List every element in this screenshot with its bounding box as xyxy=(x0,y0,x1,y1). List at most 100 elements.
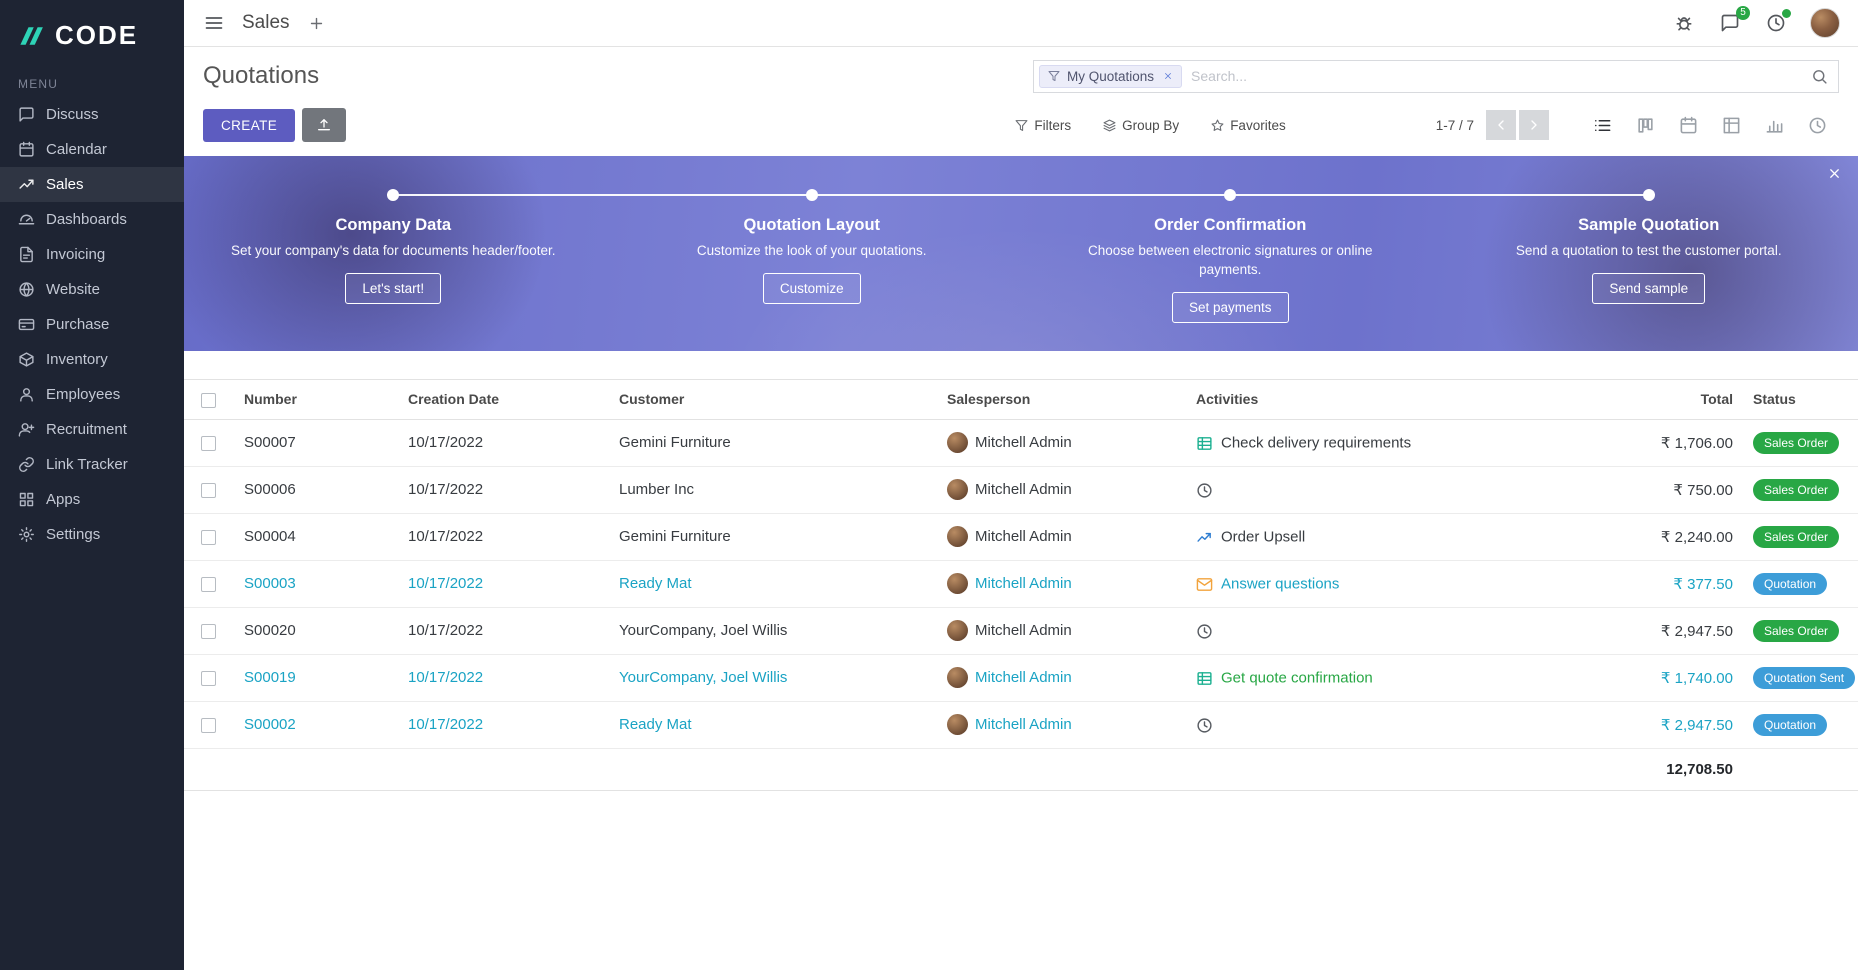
recruitment-icon xyxy=(18,421,35,438)
sidebar-item-sales[interactable]: Sales xyxy=(0,167,184,202)
activities-clock-icon[interactable] xyxy=(1764,11,1788,35)
list-activity-icon[interactable] xyxy=(1196,670,1213,687)
step-action-button[interactable]: Customize xyxy=(763,273,861,304)
add-tab-icon[interactable] xyxy=(306,13,327,34)
filter-button-filters[interactable]: Filters xyxy=(1015,118,1071,133)
view-activity-button[interactable] xyxy=(1796,109,1839,141)
export-upload-icon[interactable] xyxy=(302,108,346,142)
sidebar-item-purchase[interactable]: Purchase xyxy=(0,307,184,342)
cell-salesperson: Mitchell Admin xyxy=(937,560,1186,607)
search-input[interactable] xyxy=(1191,68,1802,84)
table-body: S0000710/17/2022Gemini FurnitureMitchell… xyxy=(184,419,1858,748)
salesperson-avatar xyxy=(947,432,968,453)
row-checkbox[interactable] xyxy=(201,530,216,545)
pagination: 1-7 / 7 xyxy=(1436,110,1549,140)
column-header-status[interactable]: Status xyxy=(1743,380,1858,420)
banner-close-icon[interactable] xyxy=(1827,166,1842,181)
cell-number: S00002 xyxy=(234,701,398,748)
row-checkbox[interactable] xyxy=(201,483,216,498)
sidebar-item-recruitment[interactable]: Recruitment xyxy=(0,412,184,447)
filter-button-group-by[interactable]: Group By xyxy=(1103,118,1179,133)
step-action-button[interactable]: Set payments xyxy=(1172,292,1289,323)
search-icon[interactable] xyxy=(1811,68,1828,85)
table-row[interactable]: S0001910/17/2022YourCompany, Joel Willis… xyxy=(184,654,1858,701)
cell-creation-date: 10/17/2022 xyxy=(398,560,609,607)
sidebar-item-label: Calendar xyxy=(46,141,107,158)
sidebar-item-settings[interactable]: Settings xyxy=(0,517,184,552)
sidebar-item-apps[interactable]: Apps xyxy=(0,482,184,517)
sidebar-item-dashboards[interactable]: Dashboards xyxy=(0,202,184,237)
column-header-activity[interactable]: Activities xyxy=(1186,380,1559,420)
cell-activities: Order Upsell xyxy=(1186,513,1559,560)
hamburger-menu-icon[interactable] xyxy=(202,11,226,35)
row-checkbox[interactable] xyxy=(201,624,216,639)
view-calendar-button[interactable] xyxy=(1667,109,1710,141)
cell-status: Sales Order xyxy=(1743,607,1858,654)
clock-activity-icon[interactable] xyxy=(1196,623,1213,640)
sidebar-item-website[interactable]: Website xyxy=(0,272,184,307)
envelope-activity-icon[interactable] xyxy=(1196,576,1213,593)
cell-salesperson: Mitchell Admin xyxy=(937,701,1186,748)
search-facet[interactable]: My Quotations xyxy=(1039,65,1182,88)
messages-icon[interactable]: 5 xyxy=(1718,11,1742,35)
current-app-name[interactable]: Sales xyxy=(242,12,290,34)
cell-number: S00020 xyxy=(234,607,398,654)
row-checkbox[interactable] xyxy=(201,577,216,592)
create-button[interactable]: CREATE xyxy=(203,109,295,142)
status-badge: Quotation xyxy=(1753,573,1827,595)
view-pivot-button[interactable] xyxy=(1710,109,1753,141)
chart-activity-icon[interactable] xyxy=(1196,529,1213,546)
column-header-customer[interactable]: Customer xyxy=(609,380,937,420)
cell-status: Quotation Sent xyxy=(1743,654,1858,701)
step-action-button[interactable]: Let's start! xyxy=(345,273,441,304)
cell-customer: YourCompany, Joel Willis xyxy=(609,607,937,654)
search-box[interactable]: My Quotations xyxy=(1033,60,1839,93)
table-row[interactable]: S0000210/17/2022Ready MatMitchell Admin₹… xyxy=(184,701,1858,748)
column-header-date[interactable]: Creation Date xyxy=(398,380,609,420)
status-badge: Sales Order xyxy=(1753,526,1839,548)
graph-view-icon xyxy=(1765,116,1784,135)
column-header-salesperson[interactable]: Salesperson xyxy=(937,380,1186,420)
cell-total: ₹ 750.00 xyxy=(1559,466,1743,513)
sidebar-item-invoicing[interactable]: Invoicing xyxy=(0,237,184,272)
brand-logo[interactable]: CODE xyxy=(0,0,184,67)
sidebar-item-inventory[interactable]: Inventory xyxy=(0,342,184,377)
select-all-checkbox[interactable] xyxy=(201,393,216,408)
row-checkbox[interactable] xyxy=(201,671,216,686)
view-graph-button[interactable] xyxy=(1753,109,1796,141)
main-area: Sales 5 Quotations My Quotat xyxy=(184,0,1858,970)
table-row[interactable]: S0000610/17/2022Lumber IncMitchell Admin… xyxy=(184,466,1858,513)
filter-button-favorites[interactable]: Favorites xyxy=(1211,118,1286,133)
column-header-total[interactable]: Total xyxy=(1559,380,1743,420)
cell-number: S00004 xyxy=(234,513,398,560)
sidebar-item-employees[interactable]: Employees xyxy=(0,377,184,412)
table-row[interactable]: S0000410/17/2022Gemini FurnitureMitchell… xyxy=(184,513,1858,560)
row-checkbox[interactable] xyxy=(201,718,216,733)
clock-activity-icon[interactable] xyxy=(1196,482,1213,499)
table-row[interactable]: S0000710/17/2022Gemini FurnitureMitchell… xyxy=(184,419,1858,466)
sidebar-item-label: Inventory xyxy=(46,351,108,368)
step-action-button[interactable]: Send sample xyxy=(1592,273,1705,304)
sidebar-item-discuss[interactable]: Discuss xyxy=(0,97,184,132)
debug-bug-icon[interactable] xyxy=(1672,11,1696,35)
view-kanban-button[interactable] xyxy=(1624,109,1667,141)
next-page-icon[interactable] xyxy=(1519,110,1549,140)
cell-status: Sales Order xyxy=(1743,419,1858,466)
user-avatar[interactable] xyxy=(1810,8,1840,38)
clock-activity-icon[interactable] xyxy=(1196,717,1213,734)
sidebar-item-calendar[interactable]: Calendar xyxy=(0,132,184,167)
step-dot xyxy=(387,189,399,201)
table-row[interactable]: S0002010/17/2022YourCompany, Joel Willis… xyxy=(184,607,1858,654)
list-activity-icon[interactable] xyxy=(1196,435,1213,452)
view-list-button[interactable] xyxy=(1581,109,1624,141)
column-header-number[interactable]: Number xyxy=(234,380,398,420)
row-checkbox[interactable] xyxy=(201,436,216,451)
prev-page-icon[interactable] xyxy=(1486,110,1516,140)
cell-total: ₹ 1,740.00 xyxy=(1559,654,1743,701)
table-row[interactable]: S0000310/17/2022Ready MatMitchell AdminA… xyxy=(184,560,1858,607)
cell-status: Quotation xyxy=(1743,560,1858,607)
activity-label: Order Upsell xyxy=(1221,529,1305,546)
sidebar-item-link-tracker[interactable]: Link Tracker xyxy=(0,447,184,482)
step-title: Sample Quotation xyxy=(1476,216,1823,235)
facet-remove-icon[interactable] xyxy=(1163,71,1173,81)
